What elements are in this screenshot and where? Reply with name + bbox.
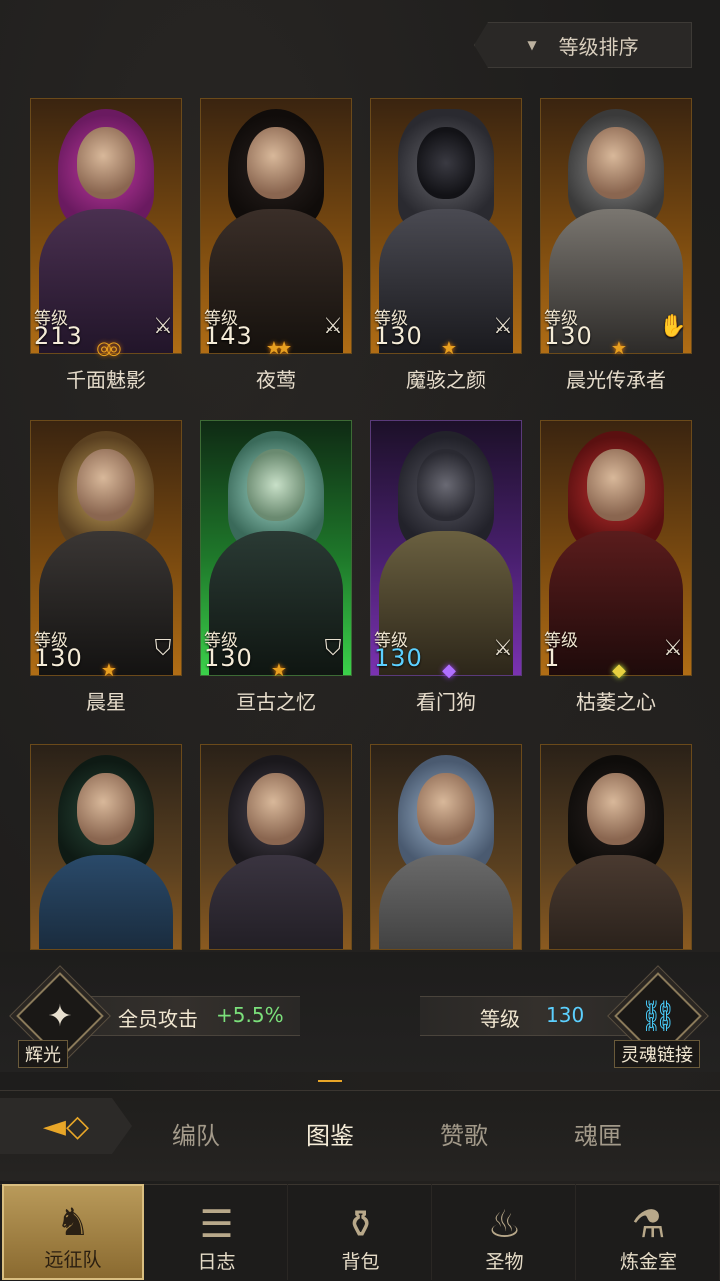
sword-icon: ⚔ <box>493 636 513 661</box>
star-rank-icon: ◆ <box>442 660 456 681</box>
hero-card-1[interactable]: 等级 213 ⚔ ◎◎ 千面魅影 <box>30 98 182 392</box>
star-rank-icon: ◎◎ <box>96 338 122 359</box>
level-value: 130 <box>374 644 423 672</box>
hand-icon: ✋ <box>659 314 687 339</box>
soul-link-label: 灵魂链接 <box>614 1040 700 1068</box>
tab-formation[interactable]: 编队 <box>146 1116 246 1151</box>
tab-anthem[interactable]: 赞歌 <box>414 1116 514 1151</box>
bonus-value: +5.5% <box>216 1003 284 1027</box>
sword-icon: ⚔ <box>323 314 343 339</box>
nav-label: 日志 <box>197 1251 236 1273</box>
hero-name: 晨光传承者 <box>566 368 666 392</box>
sort-label: 等级排序 <box>558 34 639 59</box>
hero-portrait <box>30 744 182 950</box>
nav-alchemy[interactable]: ⚗ 炼金室 <box>578 1184 720 1280</box>
nav-label: 圣物 <box>485 1251 524 1273</box>
hero-card-12[interactable] <box>540 744 692 950</box>
level-value: 143 <box>204 322 253 350</box>
hero-card-7[interactable]: 等级 130 ⚔ ◆ 看门狗 <box>370 420 522 714</box>
tab-codex[interactable]: 图鉴 <box>280 1116 380 1151</box>
hero-card-5[interactable]: 等级 130 ⛉ ★ 晨星 <box>30 420 182 714</box>
hero-name: 千面魅影 <box>66 368 146 392</box>
nav-backpack[interactable]: ⚱ 背包 <box>290 1184 432 1280</box>
sword-icon: ⚔ <box>663 636 683 661</box>
sword-icon: ⚔ <box>493 314 513 339</box>
hero-card-11[interactable] <box>370 744 522 950</box>
hero-portrait <box>540 744 692 950</box>
bag-icon: ⚱ <box>344 1202 377 1246</box>
bonus-level-value: 130 <box>546 1003 585 1027</box>
hero-card-6[interactable]: 等级 130 ⛉ ★ 亘古之忆 <box>200 420 352 714</box>
level-value: 130 <box>34 644 83 672</box>
shield-icon: ⛉ <box>324 636 342 661</box>
hero-card-2[interactable]: 等级 143 ⚔ ★★ 夜莺 <box>200 98 352 392</box>
star-rank-icon: ★★ <box>265 338 292 359</box>
back-arrow-button[interactable]: ◄◇ <box>0 1098 132 1154</box>
hero-card-8[interactable]: 等级 1 ⚔ ◆ 枯萎之心 <box>540 420 692 714</box>
hero-card-10[interactable] <box>200 744 352 950</box>
star-rank-icon: ★ <box>100 660 117 681</box>
triangle-down-icon: ▼ <box>527 38 537 52</box>
tab-soul-box[interactable]: 魂匣 <box>548 1116 648 1151</box>
helmet-icon: ♞ <box>55 1200 91 1244</box>
level-value: 1 <box>544 644 561 672</box>
hero-card-9[interactable] <box>30 744 182 950</box>
radiance-label: 辉光 <box>18 1040 68 1068</box>
bonus-level-label: 等级 <box>480 1007 520 1031</box>
nav-relics[interactable]: ♨ 圣物 <box>434 1184 576 1280</box>
nav-label: 背包 <box>341 1251 380 1273</box>
star-rank-icon: ◆ <box>612 660 626 681</box>
hero-name: 夜莺 <box>256 368 296 392</box>
alchemy-icon: ⚗ <box>631 1202 666 1246</box>
hero-name: 晨星 <box>86 690 126 714</box>
hero-name: 看门狗 <box>416 690 476 714</box>
chain-link-icon: ⛓ <box>638 998 678 1034</box>
nav-label: 炼金室 <box>619 1251 677 1273</box>
hero-name: 魔骇之颜 <box>406 368 486 392</box>
level-value: 130 <box>544 322 593 350</box>
tab-divider-ornament <box>318 1080 342 1094</box>
sword-icon: ⚔ <box>153 314 173 339</box>
level-value: 213 <box>34 322 83 350</box>
nav-expedition[interactable]: ♞ 远征队 <box>2 1184 144 1280</box>
hero-portrait <box>200 744 352 950</box>
sort-by-level-button[interactable]: ▼ 等级排序 <box>474 22 692 68</box>
bonus-text: 全员攻击 <box>118 1007 198 1031</box>
hero-card-3[interactable]: 等级 130 ⚔ ★ 魔骇之颜 <box>370 98 522 392</box>
shield-icon: ⛉ <box>154 636 172 661</box>
scroll-icon: ☰ <box>199 1202 234 1246</box>
hero-name: 亘古之忆 <box>236 690 316 714</box>
star-rank-icon: ★ <box>270 660 287 681</box>
sword-sun-icon: ✦ <box>47 998 73 1034</box>
star-rank-icon: ★ <box>610 338 627 359</box>
hero-portrait <box>370 744 522 950</box>
nav-journal[interactable]: ☰ 日志 <box>146 1184 288 1280</box>
arrow-left-icon: ◄◇ <box>42 1108 90 1144</box>
star-rank-icon: ★ <box>440 338 457 359</box>
torch-icon: ♨ <box>487 1202 522 1246</box>
hero-name: 枯萎之心 <box>576 690 656 714</box>
level-value: 130 <box>374 322 423 350</box>
nav-label: 远征队 <box>44 1249 102 1271</box>
level-value: 130 <box>204 644 253 672</box>
hero-card-4[interactable]: 等级 130 ✋ ★ 晨光传承者 <box>540 98 692 392</box>
